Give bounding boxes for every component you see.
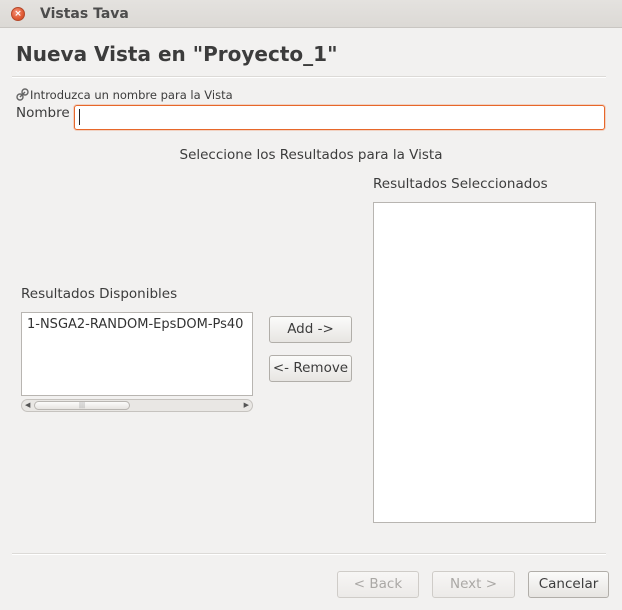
back-button[interactable]: < Back (337, 571, 419, 598)
add-button[interactable]: Add -> (269, 316, 352, 343)
title-bar: × Vistas Tava (0, 0, 622, 28)
window-title: Vistas Tava (40, 6, 129, 22)
horizontal-scrollbar[interactable]: ◀ ||| ▶ (21, 399, 253, 412)
footer-divider (12, 553, 606, 555)
page-title: Nueva Vista en "Proyecto_1" (16, 42, 338, 66)
list-item[interactable]: 1-NSGA2-RANDOM-EpsDOM-Ps40 (22, 313, 252, 332)
scrollbar-thumb[interactable]: ||| (34, 401, 130, 410)
remove-button[interactable]: <- Remove (269, 355, 352, 382)
link-icon (16, 88, 29, 101)
scroll-right-icon[interactable]: ▶ (244, 400, 249, 411)
next-button[interactable]: Next > (432, 571, 515, 598)
name-label: Nombre (16, 105, 70, 121)
header-divider (12, 76, 606, 78)
selected-results-list[interactable] (373, 202, 596, 523)
scroll-left-icon[interactable]: ◀ (25, 400, 30, 411)
text-caret (79, 109, 80, 125)
selected-results-label: Resultados Seleccionados (373, 176, 548, 192)
close-icon[interactable]: × (11, 7, 25, 21)
hint-text: Introduzca un nombre para la Vista (30, 88, 233, 102)
cancel-button[interactable]: Cancelar (528, 571, 609, 598)
name-input[interactable] (74, 105, 605, 130)
selection-heading: Seleccione los Resultados para la Vista (179, 147, 443, 163)
available-results-label: Resultados Disponibles (21, 286, 178, 302)
hint-message: Introduzca un nombre para la Vista (16, 88, 233, 102)
available-results-list[interactable]: 1-NSGA2-RANDOM-EpsDOM-Ps40 (21, 312, 253, 396)
